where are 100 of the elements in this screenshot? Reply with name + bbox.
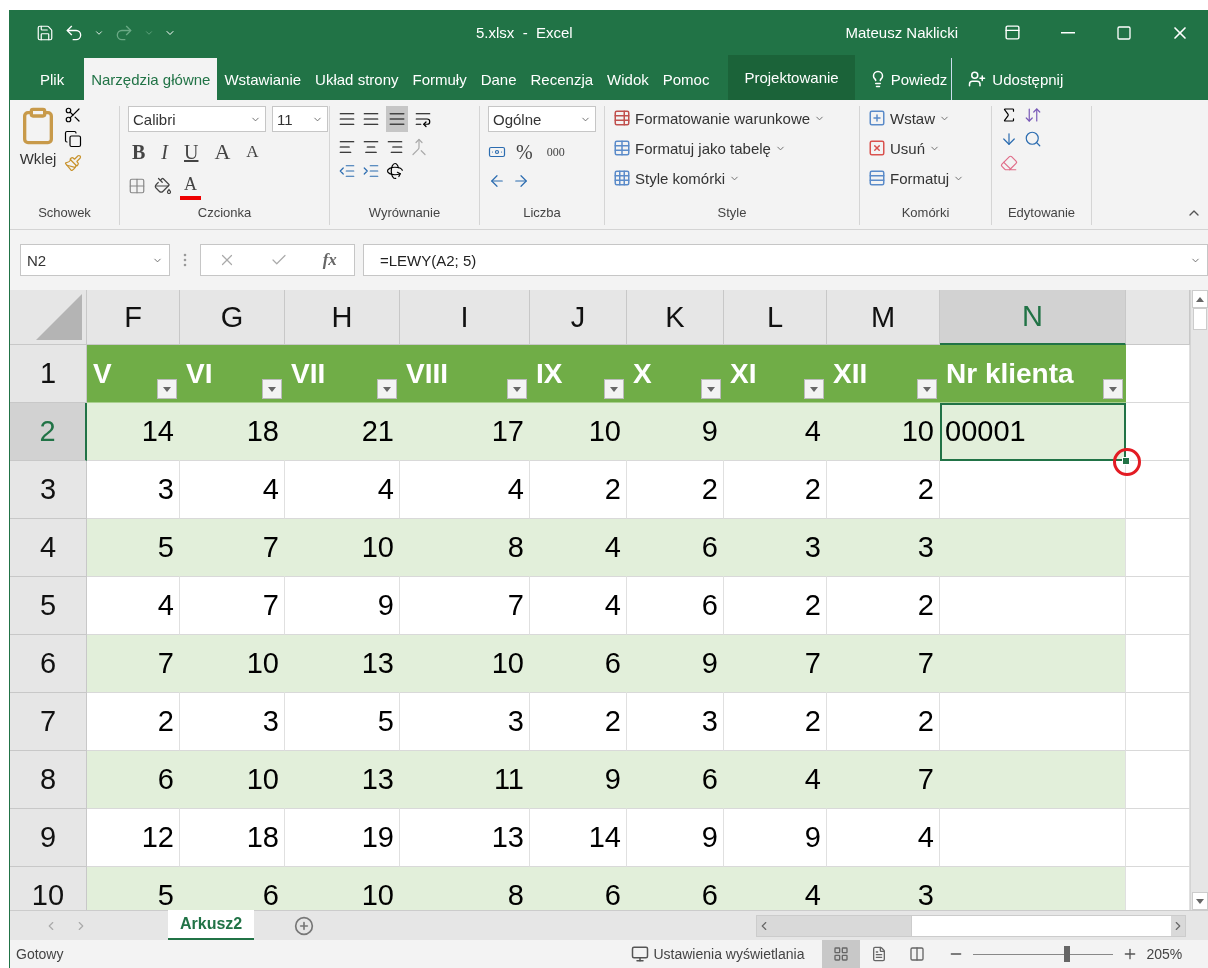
ribbon-tab[interactable]: Projektowanie [728,55,855,100]
table-cell[interactable]: 10 [180,635,285,693]
table-cell[interactable]: 4 [530,577,627,635]
table-cell[interactable]: 4 [180,461,285,519]
align-center-icon[interactable] [362,138,380,156]
table-cell[interactable]: 4 [285,461,400,519]
filter-button[interactable] [604,379,624,399]
align-middle-icon[interactable] [362,110,380,128]
table-cell[interactable]: 9 [627,635,724,693]
row-header[interactable]: 2 [10,403,87,461]
fill-handle[interactable] [1122,457,1130,465]
column-header[interactable]: K [627,290,724,345]
zoom-thumb[interactable] [1064,946,1071,962]
bold-button[interactable]: B [128,138,150,166]
table-cell[interactable] [940,693,1126,751]
grow-font-button[interactable]: A [210,138,235,166]
table-cell[interactable]: 2 [724,577,827,635]
add-sheet-icon[interactable] [294,915,315,936]
insert-function-button[interactable]: fx [322,250,337,270]
filter-button[interactable] [917,379,937,399]
table-cell[interactable]: 6 [87,751,180,809]
borders-icon[interactable] [128,177,146,195]
table-cell[interactable]: 2 [827,693,940,751]
table-cell[interactable] [940,635,1126,693]
table-cell[interactable]: 9 [724,809,827,867]
align-top-icon[interactable] [338,110,356,128]
table-cell[interactable]: 4 [400,461,530,519]
table-cell[interactable]: 9 [627,403,724,461]
ribbon-tab[interactable]: Pomoc [655,58,717,100]
indent-increase-icon[interactable] [362,162,380,180]
table-cell[interactable]: 3 [627,693,724,751]
table-cell[interactable]: 7 [400,577,530,635]
orientation-icon[interactable] [386,162,404,180]
table-cell[interactable]: 7 [724,635,827,693]
table-cell[interactable]: 19 [285,809,400,867]
align-bottom-button[interactable] [386,106,408,132]
cells-command[interactable]: Formatuj [868,166,965,190]
ribbon-tab[interactable]: Wstawianie [217,58,309,100]
view-button[interactable] [822,940,861,968]
style-command[interactable]: Style komórki [613,166,826,190]
align-left-icon[interactable] [338,138,356,156]
table-cell[interactable]: 9 [627,809,724,867]
table-cell[interactable]: 2 [827,577,940,635]
row-header[interactable]: 9 [10,809,87,867]
font-field[interactable]: Calibri [128,106,266,132]
table-cell[interactable]: 6 [627,751,724,809]
ribbon-tab[interactable]: Układ strony [308,58,406,100]
font-size-field[interactable]: 11 [272,106,328,132]
scrollbar-thumb[interactable] [1192,308,1207,330]
table-cell[interactable]: 6 [627,867,724,910]
table-cell[interactable]: 13 [400,809,530,867]
filter-button[interactable] [507,379,527,399]
table-cell[interactable]: 8 [400,867,530,910]
table-cell[interactable]: 6 [530,635,627,693]
table-cell[interactable]: 10 [285,519,400,577]
table-cell[interactable]: 5 [87,519,180,577]
table-cell[interactable]: 2 [724,461,827,519]
table-cell[interactable] [1126,461,1190,519]
ribbon-tab[interactable]: Recenzja [523,58,601,100]
number-format-field[interactable]: Ogólne [488,106,596,132]
table-cell[interactable]: 3 [827,519,940,577]
table-cell[interactable]: 9 [285,577,400,635]
table-cell[interactable]: 21 [285,403,400,461]
table-cell[interactable]: 4 [530,519,627,577]
table-cell[interactable] [1126,809,1190,867]
display-settings-button[interactable]: Ustawienia wyświetlania [653,946,805,962]
formula-field[interactable]: =LEWY(A2; 5) [363,244,1208,276]
ribbon-tab[interactable]: Plik [30,58,85,100]
table-cell[interactable]: 7 [180,577,285,635]
table-cell[interactable]: 10 [285,867,400,910]
name-box[interactable]: N2 [20,244,170,276]
table-cell[interactable]: 4 [87,577,180,635]
table-cell[interactable]: 13 [285,751,400,809]
table-cell[interactable] [940,519,1126,577]
table-cell[interactable]: 10 [180,751,285,809]
cells-command[interactable]: Wstaw [868,106,965,130]
table-cell[interactable]: 2 [530,693,627,751]
table-cell[interactable]: 7 [87,635,180,693]
table-cell[interactable]: 6 [180,867,285,910]
sheet-tab[interactable]: Arkusz2 [168,910,255,940]
table-cell[interactable] [1126,577,1190,635]
column-header[interactable]: F [87,290,180,345]
scissors-icon[interactable] [64,106,82,124]
table-cell[interactable]: 6 [627,519,724,577]
table-cell[interactable] [940,577,1126,635]
table-cell[interactable]: 5 [285,693,400,751]
table-cell[interactable]: 10 [400,635,530,693]
table-cell[interactable]: 2 [530,461,627,519]
column-header[interactable]: G [180,290,285,345]
ribbon-tab[interactable]: Formuły [405,58,474,100]
scrollbar-thumb[interactable] [911,915,1171,936]
table-cell[interactable]: 7 [180,519,285,577]
table-cell[interactable] [1126,345,1190,403]
table-cell[interactable]: 13 [285,635,400,693]
eraser-icon[interactable] [1000,154,1018,172]
fill-icon[interactable] [1000,130,1018,148]
row-header[interactable]: 5 [10,577,87,635]
row-header[interactable]: 1 [10,345,87,403]
table-cell[interactable]: 7 [827,751,940,809]
filter-button[interactable] [701,379,721,399]
